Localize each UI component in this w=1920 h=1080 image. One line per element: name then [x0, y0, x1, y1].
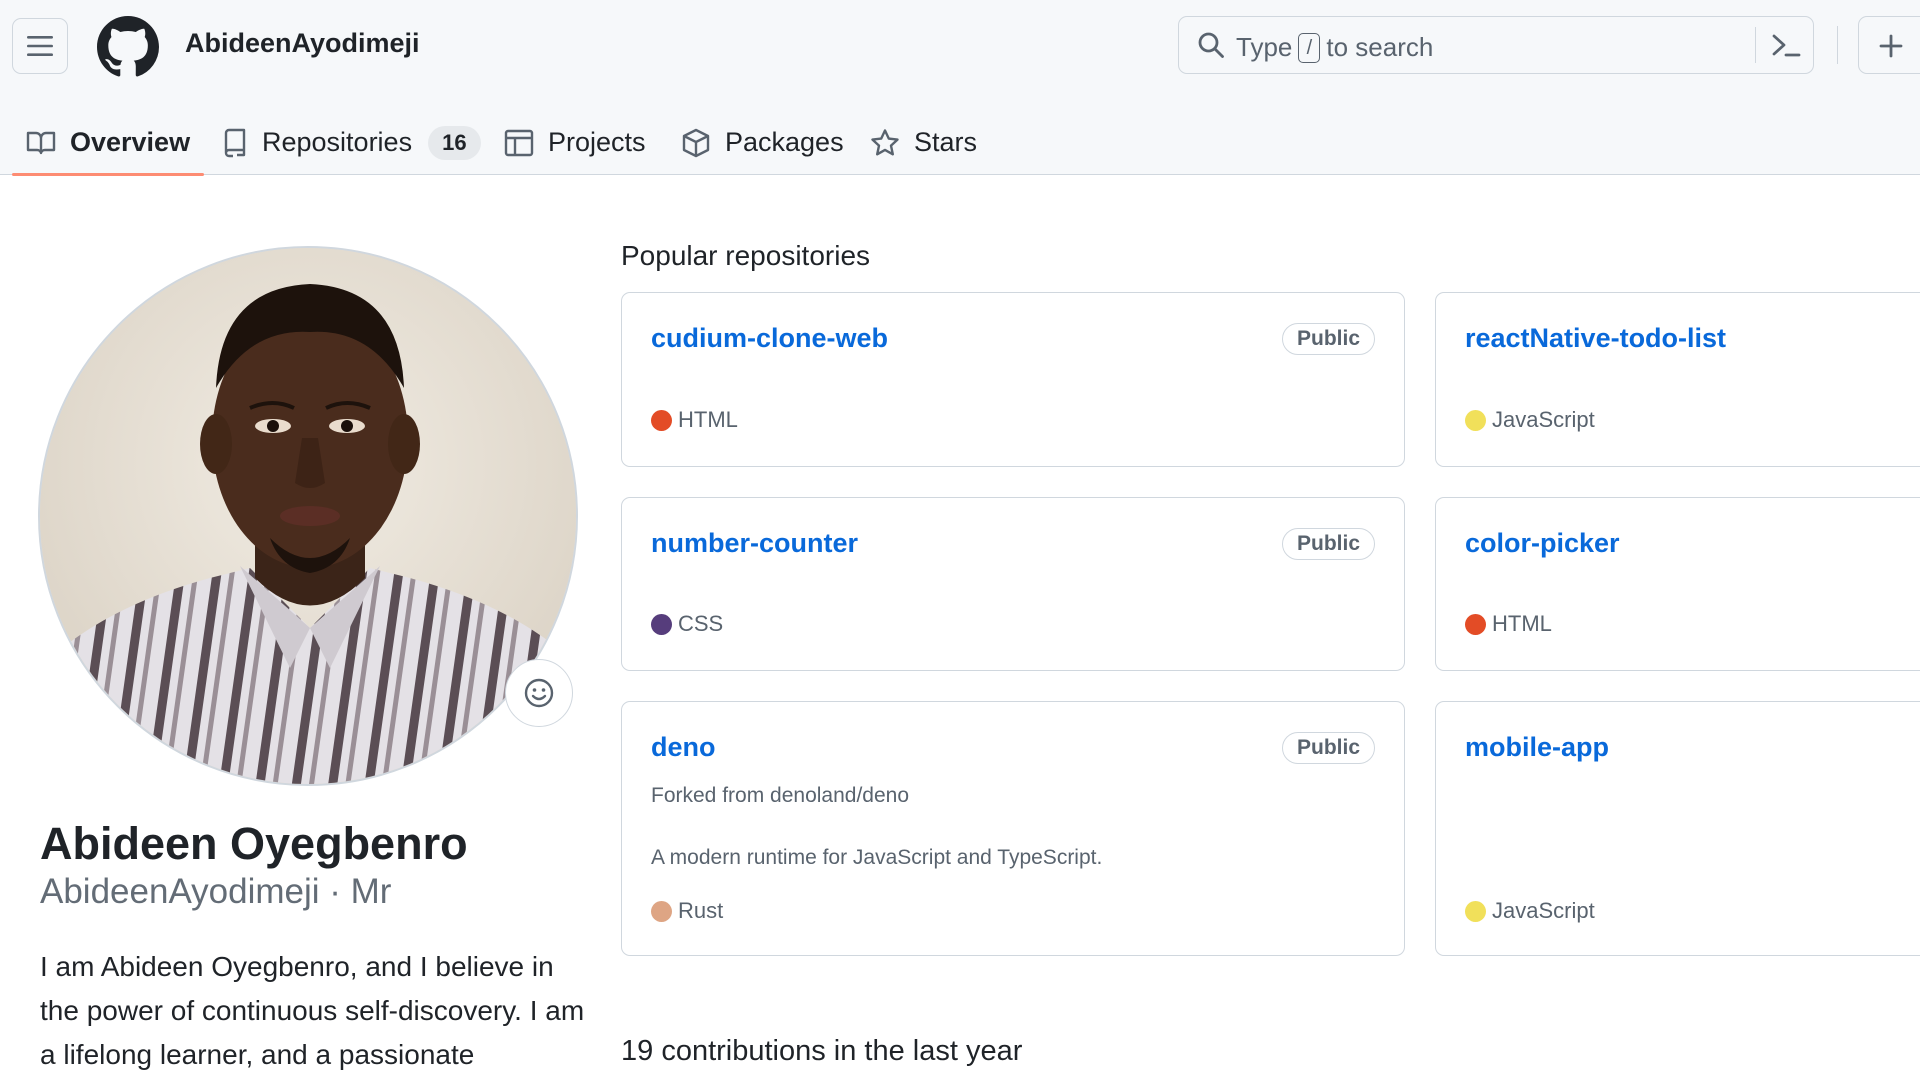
repo-language: Rust: [651, 898, 723, 924]
avatar[interactable]: [38, 246, 578, 786]
table-icon: [504, 129, 534, 157]
visibility-badge: Public: [1281, 732, 1375, 764]
slash-key-hint: /: [1298, 32, 1321, 63]
repo-link[interactable]: number-counter: [651, 528, 858, 559]
repo-language: JavaScript: [1465, 898, 1595, 924]
avatar-photo: [40, 248, 576, 784]
contributions-heading: 19 contributions in the last year: [621, 1035, 1023, 1067]
visibility-badge: Public: [1281, 528, 1375, 560]
star-icon: [870, 128, 900, 158]
search-placeholder: Type / to search: [1236, 32, 1433, 63]
tab-label: Packages: [725, 127, 844, 157]
language-label: JavaScript: [1492, 407, 1595, 432]
repo-icon: [222, 128, 248, 158]
repo-language: JavaScript: [1465, 407, 1595, 433]
language-label: CSS: [678, 611, 724, 636]
language-label: Rust: [678, 898, 724, 923]
profile-login: AbideenAyodimeji · Mr: [40, 872, 392, 911]
hamburger-icon: [27, 36, 53, 56]
language-color-dot: [651, 409, 672, 431]
repo-language: HTML: [651, 407, 738, 433]
language-label: JavaScript: [1492, 898, 1595, 923]
tab-label: Projects: [548, 127, 646, 157]
plus-icon: [1879, 34, 1903, 58]
language-color-dot: [1465, 613, 1486, 635]
github-logo-icon[interactable]: [97, 16, 159, 78]
package-icon: [681, 128, 711, 158]
language-label: HTML: [1492, 611, 1552, 636]
language-color-dot: [651, 613, 672, 635]
tab-packages[interactable]: Packages: [681, 110, 844, 175]
tab-label: Overview: [70, 127, 191, 157]
top-header: AbideenAyodimeji Type / to search Overvi…: [0, 0, 1920, 176]
visibility-badge: Public: [1281, 323, 1375, 355]
header-username[interactable]: AbideenAyodimeji: [185, 28, 420, 59]
repo-description: A modern runtime for JavaScript and Type…: [651, 846, 1103, 869]
repo-card: number-counter Public CSS: [621, 497, 1405, 671]
repo-language: HTML: [1465, 611, 1552, 637]
command-palette-icon[interactable]: [1771, 31, 1801, 59]
repo-count-badge: 16: [428, 125, 481, 160]
repo-card: cudium-clone-web Public HTML: [621, 292, 1405, 467]
repo-card: mobile-app JavaScript: [1435, 701, 1920, 956]
language-label: HTML: [678, 407, 738, 432]
repo-link[interactable]: color-picker: [1465, 528, 1620, 559]
search-icon: [1198, 32, 1224, 58]
profile-full-name: Abideen Oyegbenro: [40, 818, 468, 869]
repo-link[interactable]: cudium-clone-web: [651, 323, 888, 354]
book-icon: [26, 130, 56, 156]
repo-card: color-picker HTML: [1435, 497, 1920, 671]
profile-bio: I am Abideen Oyegbenro, and I believe in…: [40, 951, 585, 1070]
tab-overview[interactable]: Overview: [11, 110, 205, 176]
tab-stars[interactable]: Stars: [870, 110, 977, 175]
repo-link[interactable]: deno: [651, 732, 716, 763]
tab-repositories[interactable]: Repositories 16: [222, 110, 481, 175]
popular-repos-title: Popular repositories: [621, 240, 871, 271]
language-color-dot: [1465, 900, 1486, 922]
smiley-icon: [524, 678, 554, 708]
set-status-button[interactable]: [505, 659, 573, 727]
repo-link[interactable]: mobile-app: [1465, 732, 1609, 763]
repo-card: reactNative-todo-list JavaScript: [1435, 292, 1920, 467]
repo-card: deno Public Forked from denoland/deno A …: [621, 701, 1405, 956]
tab-projects[interactable]: Projects: [504, 110, 646, 175]
forked-from-link[interactable]: Forked from denoland/deno: [651, 784, 909, 808]
language-color-dot: [651, 900, 672, 922]
search-input[interactable]: Type / to search: [1178, 16, 1814, 74]
create-new-button[interactable]: [1858, 16, 1920, 74]
search-prefix: Type: [1236, 32, 1293, 62]
search-suffix: to search: [1326, 32, 1434, 62]
tab-label: Stars: [914, 127, 978, 157]
repo-link[interactable]: reactNative-todo-list: [1465, 323, 1726, 354]
search-divider: [1755, 27, 1756, 63]
menu-button[interactable]: [12, 18, 68, 74]
tab-label: Repositories: [262, 127, 413, 157]
language-color-dot: [1465, 409, 1486, 431]
header-divider: [1837, 26, 1838, 64]
repo-language: CSS: [651, 611, 723, 637]
